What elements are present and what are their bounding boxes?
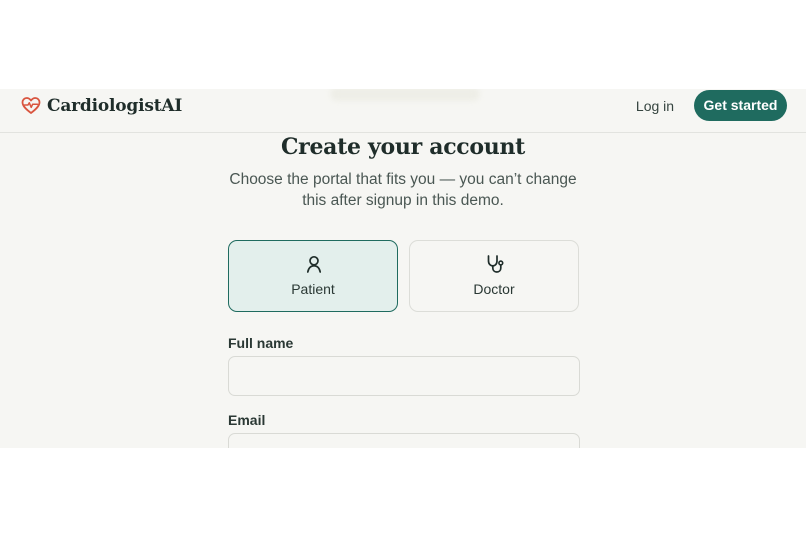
page-title: Create your account: [280, 134, 526, 160]
page-subtitle: Choose the portal that fits you — you ca…: [229, 171, 577, 209]
stethoscope-icon: [485, 254, 505, 274]
heart-pulse-icon: [21, 96, 41, 116]
email-label: Email: [228, 412, 266, 428]
role-option-doctor[interactable]: Doctor: [409, 240, 579, 312]
email-field[interactable]: [228, 433, 580, 448]
full-name-label: Full name: [228, 335, 294, 351]
user-icon: [304, 254, 324, 274]
full-name-field[interactable]: [228, 356, 580, 396]
role-option-patient[interactable]: Patient: [228, 240, 398, 312]
login-link[interactable]: Log in: [626, 95, 684, 117]
brand-name: CardiologistAI: [47, 96, 183, 116]
site-header: CardiologistAI Log in Get started: [0, 89, 806, 133]
brand-logo[interactable]: CardiologistAI: [21, 96, 182, 116]
header-shadow: [330, 89, 480, 101]
page-viewport: CardiologistAI Log in Get started Create…: [0, 89, 806, 448]
role-label-patient: Patient: [291, 281, 335, 297]
get-started-button[interactable]: Get started: [694, 90, 787, 121]
role-label-doctor: Doctor: [473, 281, 515, 297]
